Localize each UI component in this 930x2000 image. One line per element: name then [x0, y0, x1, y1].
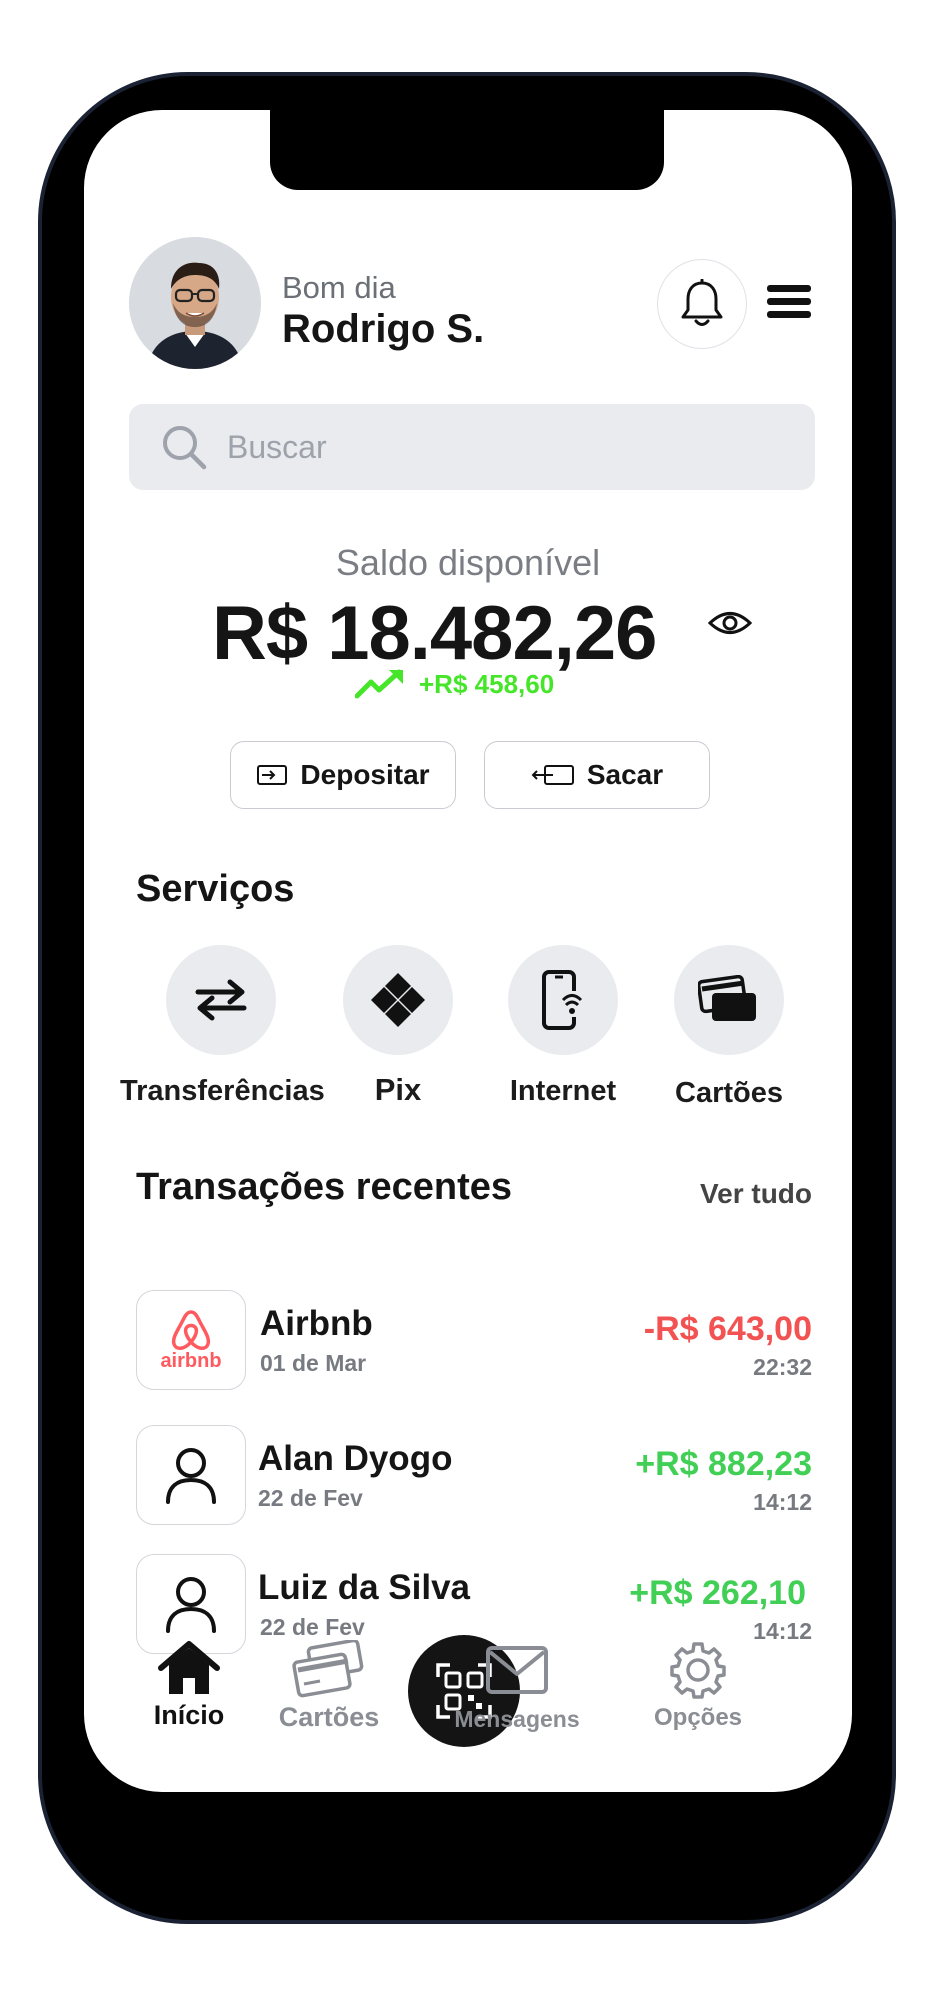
transaction-time: 14:12 [753, 1489, 812, 1515]
withdraw-button[interactable]: Sacar [484, 741, 710, 809]
hamburger-menu-icon[interactable] [767, 285, 811, 325]
deposit-button[interactable]: Depositar [230, 741, 456, 809]
transaction-name: Luiz da Silva [258, 1568, 470, 1607]
transaction-amount: +R$ 882,23 [635, 1445, 812, 1483]
nav-cards-label: Cartões [278, 1702, 380, 1732]
transaction-date: 22 de Fev [258, 1485, 363, 1511]
nav-home[interactable]: Início [134, 1640, 244, 1731]
transaction-date: 01 de Mar [260, 1350, 367, 1376]
search-icon [163, 426, 207, 470]
transaction-amount: -R$ 643,00 [643, 1310, 812, 1348]
service-transfers-button[interactable] [166, 945, 276, 1055]
nav-cards[interactable]: Cartões [264, 1640, 394, 1733]
app-screen: Bom dia Rodrigo S. Saldo disponível R$ 1… [84, 110, 852, 1792]
pix-icon [371, 973, 425, 1027]
service-cards-label: Cartões [675, 1077, 783, 1109]
search-input[interactable] [227, 428, 747, 466]
service-pix-label: Pix [374, 1072, 422, 1107]
nav-options[interactable]: Opções [638, 1640, 758, 1732]
user-icon [166, 1577, 216, 1633]
arrows-swap-icon [195, 979, 247, 1021]
transaction-name: Alan Dyogo [258, 1439, 453, 1478]
balance-label: Saldo disponível [335, 542, 601, 583]
gear-icon [670, 1642, 726, 1699]
transaction-time: 14:12 [753, 1618, 812, 1644]
user-name: Rodrigo S. [282, 307, 485, 351]
see-all-link[interactable]: Ver tudo [700, 1178, 812, 1210]
deposit-icon [257, 765, 288, 785]
balance-change-value: +R$ 458,60 [419, 668, 555, 699]
airbnb-logo: airbnb [136, 1290, 246, 1390]
services-title: Serviços [136, 868, 295, 910]
service-cards-button[interactable] [674, 945, 784, 1055]
service-pix-button[interactable] [343, 945, 453, 1055]
transaction-row[interactable]: Alan Dyogo 22 de Fev +R$ 882,23 14:12 [136, 1425, 812, 1525]
withdraw-label: Sacar [586, 759, 664, 790]
user-icon [166, 1448, 216, 1504]
menu-bar [767, 298, 811, 305]
home-icon [158, 1641, 220, 1694]
balance-change: +R$ 458,60 [355, 668, 554, 700]
trending-up-icon [355, 669, 403, 699]
bell-icon [681, 279, 723, 326]
withdraw-icon [531, 765, 574, 785]
nav-home-label: Início [153, 1700, 225, 1730]
deposit-label: Depositar [300, 759, 430, 790]
nav-messages[interactable]: Mensagens [422, 1644, 612, 1733]
balance-amount: R$ 18.482,26 [212, 591, 657, 676]
transaction-row[interactable]: airbnb Airbnb 01 de Mar -R$ 643,00 22:32 [136, 1290, 812, 1390]
menu-bar [767, 311, 811, 318]
notifications-button[interactable] [657, 259, 747, 349]
user-avatar-photo [129, 237, 261, 369]
service-internet-button[interactable] [508, 945, 618, 1055]
transaction-date: 22 de Fev [260, 1614, 365, 1640]
transaction-name: Airbnb [260, 1304, 373, 1343]
phone-wifi-icon [542, 970, 586, 1030]
eye-icon[interactable] [707, 608, 753, 643]
cards-icon [292, 1640, 364, 1698]
search-bar [129, 404, 815, 490]
airbnb-icon [171, 1309, 211, 1350]
service-internet-label: Internet [509, 1075, 617, 1107]
phone-notch [270, 110, 664, 190]
greeting-text: Bom dia [282, 270, 396, 305]
menu-bar [767, 285, 811, 292]
transaction-time: 22:32 [753, 1354, 812, 1380]
avatar[interactable] [129, 237, 261, 369]
airbnb-logo-text: airbnb [160, 1349, 222, 1372]
mail-icon [486, 1646, 548, 1694]
cards-icon [698, 975, 756, 1021]
transactions-title: Transações recentes [136, 1166, 513, 1208]
nav-options-label: Opções [653, 1704, 743, 1731]
contact-avatar [136, 1554, 246, 1654]
transaction-amount: +R$ 262,10 [629, 1574, 806, 1612]
nav-messages-label: Mensagens [454, 1706, 580, 1732]
contact-avatar [136, 1425, 246, 1525]
service-transfers-label: Transferências [120, 1075, 325, 1107]
